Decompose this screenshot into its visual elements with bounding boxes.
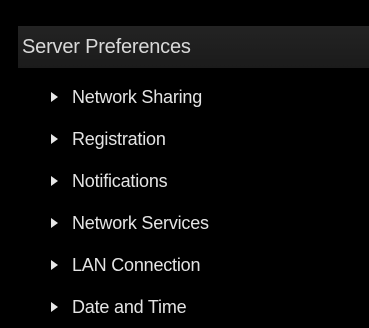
triangle-right-icon bbox=[51, 302, 58, 312]
panel-title: Server Preferences bbox=[18, 26, 369, 68]
list-item-registration[interactable]: Registration bbox=[0, 118, 369, 160]
list-item-lan-connection[interactable]: LAN Connection bbox=[0, 244, 369, 286]
triangle-right-icon bbox=[51, 92, 58, 102]
triangle-right-icon bbox=[51, 176, 58, 186]
list-item-label: Network Services bbox=[72, 213, 209, 233]
list-item-notifications[interactable]: Notifications bbox=[0, 160, 369, 202]
triangle-right-icon bbox=[51, 260, 58, 270]
list-item-label: Date and Time bbox=[72, 297, 187, 317]
list-item-date-and-time[interactable]: Date and Time bbox=[0, 286, 369, 328]
preferences-list: Network Sharing Registration Notificatio… bbox=[0, 76, 369, 328]
list-item-label: Registration bbox=[72, 129, 166, 149]
list-item-label: LAN Connection bbox=[72, 255, 201, 275]
triangle-right-icon bbox=[51, 134, 58, 144]
list-item-network-sharing[interactable]: Network Sharing bbox=[0, 76, 369, 118]
triangle-right-icon bbox=[51, 218, 58, 228]
server-preferences-panel: Server Preferences Network Sharing Regis… bbox=[0, 0, 369, 325]
list-item-label: Notifications bbox=[72, 171, 168, 191]
list-item-label: Network Sharing bbox=[72, 87, 203, 107]
list-item-network-services[interactable]: Network Services bbox=[0, 202, 369, 244]
